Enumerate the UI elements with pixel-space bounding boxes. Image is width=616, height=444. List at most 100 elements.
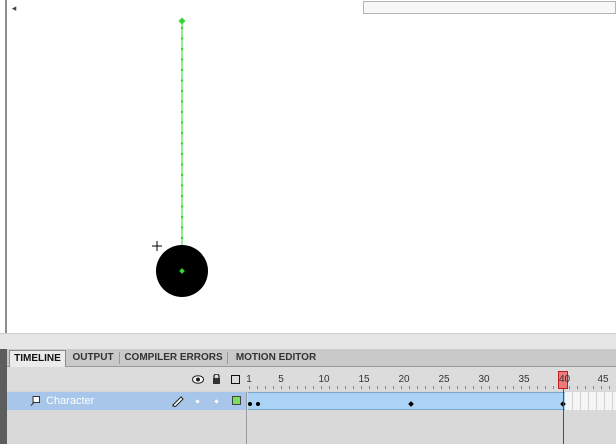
ruler-tick (593, 386, 594, 389)
ruler-label: 15 (358, 374, 370, 385)
eye-icon[interactable] (192, 375, 204, 384)
keyframe[interactable] (248, 402, 252, 406)
playhead-line (563, 389, 564, 444)
ruler-tick (305, 386, 306, 389)
ruler-tick (345, 386, 346, 389)
ruler-tick (329, 386, 330, 389)
ruler-tick (585, 386, 586, 389)
tween-span[interactable] (248, 392, 565, 410)
keyframe[interactable] (256, 402, 260, 406)
stage-left-border (5, 0, 7, 333)
ruler-tick (545, 386, 546, 389)
lock-icon[interactable] (212, 374, 221, 384)
tab-motion-editor[interactable]: MOTION EDITOR (228, 350, 324, 367)
tab-compiler-errors[interactable]: COMPILER ERRORS (120, 350, 227, 367)
ruler-tick (393, 386, 394, 389)
ruler-tick (489, 386, 490, 389)
ruler-tick (289, 386, 290, 389)
motion-path-node (180, 163, 184, 166)
layer-icon (30, 396, 40, 406)
motion-path[interactable] (178, 17, 186, 271)
ruler-tick (577, 386, 578, 389)
ruler-tick (449, 386, 450, 389)
ruler-tick (457, 386, 458, 389)
layer-name[interactable]: Character (46, 394, 94, 408)
layer-row-character[interactable] (7, 392, 246, 410)
motion-path-node (180, 121, 184, 124)
ruler-tick (401, 386, 402, 389)
empty-frames[interactable] (565, 392, 616, 410)
ruler-tick (497, 386, 498, 389)
motion-path-node (180, 131, 184, 135)
crosshair-cursor-icon (152, 241, 162, 251)
ruler-tick (281, 386, 282, 389)
tab-timeline[interactable]: TIMELINE (9, 350, 66, 367)
ruler-label: 20 (398, 374, 410, 385)
layer-outline-color-swatch[interactable] (232, 396, 241, 405)
ruler-tick (265, 386, 266, 389)
motion-path-node (180, 194, 184, 198)
ruler-label: 35 (518, 374, 530, 385)
ruler-tick (537, 386, 538, 389)
ruler-tick (257, 386, 258, 389)
horizontal-scrollbar[interactable] (0, 333, 616, 349)
ruler-label: 30 (478, 374, 490, 385)
ruler-tick (385, 386, 386, 389)
ruler-tick (417, 386, 418, 389)
panel-left-edge (0, 349, 7, 444)
motion-path-node (180, 152, 184, 156)
motion-path-node (180, 110, 184, 114)
motion-path-node (180, 89, 184, 93)
motion-path-node (180, 205, 184, 208)
motion-path-node (180, 100, 184, 103)
ruler-tick (249, 386, 250, 389)
stage-canvas[interactable] (0, 0, 616, 333)
ruler-label: 5 (278, 374, 284, 385)
ruler-tick (465, 386, 466, 389)
scrollbar-thumb[interactable] (363, 1, 616, 14)
ruler-tick (313, 386, 314, 389)
ruler-tick (369, 386, 370, 389)
ruler-tick (609, 386, 610, 389)
ruler-tick (481, 386, 482, 389)
motion-path-node (180, 142, 184, 145)
motion-path-node (180, 68, 184, 72)
motion-path-node (180, 215, 184, 219)
ruler-label: 25 (438, 374, 450, 385)
ruler-label: 1 (246, 374, 252, 385)
ruler-tick (353, 386, 354, 389)
ruler-tick (569, 386, 570, 389)
ruler-tick (553, 386, 554, 389)
motion-path-node (180, 26, 184, 30)
tab-output[interactable]: OUTPUT (67, 350, 119, 367)
motion-path-node (180, 37, 184, 40)
ruler-tick (409, 386, 410, 389)
ruler-tick (337, 386, 338, 389)
ruler-tick (441, 386, 442, 389)
motion-path-node (180, 58, 184, 61)
motion-path-node (180, 79, 184, 82)
scroll-left-arrow-icon[interactable]: ◂ (8, 2, 20, 14)
ruler-tick (377, 386, 378, 389)
pencil-icon[interactable] (171, 395, 184, 407)
motion-path-node (180, 226, 184, 229)
ruler-tick (297, 386, 298, 389)
layers-empty-area (7, 410, 246, 444)
ruler-tick (505, 386, 506, 389)
motion-path-node (180, 47, 184, 51)
ruler-tick (321, 386, 322, 389)
ruler-tick (513, 386, 514, 389)
ruler-tick (273, 386, 274, 389)
ruler-label: 45 (597, 374, 609, 385)
stage[interactable] (0, 0, 616, 333)
ruler-tick (433, 386, 434, 389)
ruler-tick (521, 386, 522, 389)
playhead[interactable]: 40 (558, 371, 570, 389)
ruler-label: 10 (318, 374, 330, 385)
panel-tab-bar: TIMELINE OUTPUT COMPILER ERRORS MOTION E… (7, 349, 616, 367)
ruler-tick (601, 386, 602, 389)
layers-frames-divider[interactable] (246, 392, 247, 444)
frames-empty-area (246, 410, 616, 444)
motion-path-node (180, 184, 184, 187)
ruler-tick (529, 386, 530, 389)
